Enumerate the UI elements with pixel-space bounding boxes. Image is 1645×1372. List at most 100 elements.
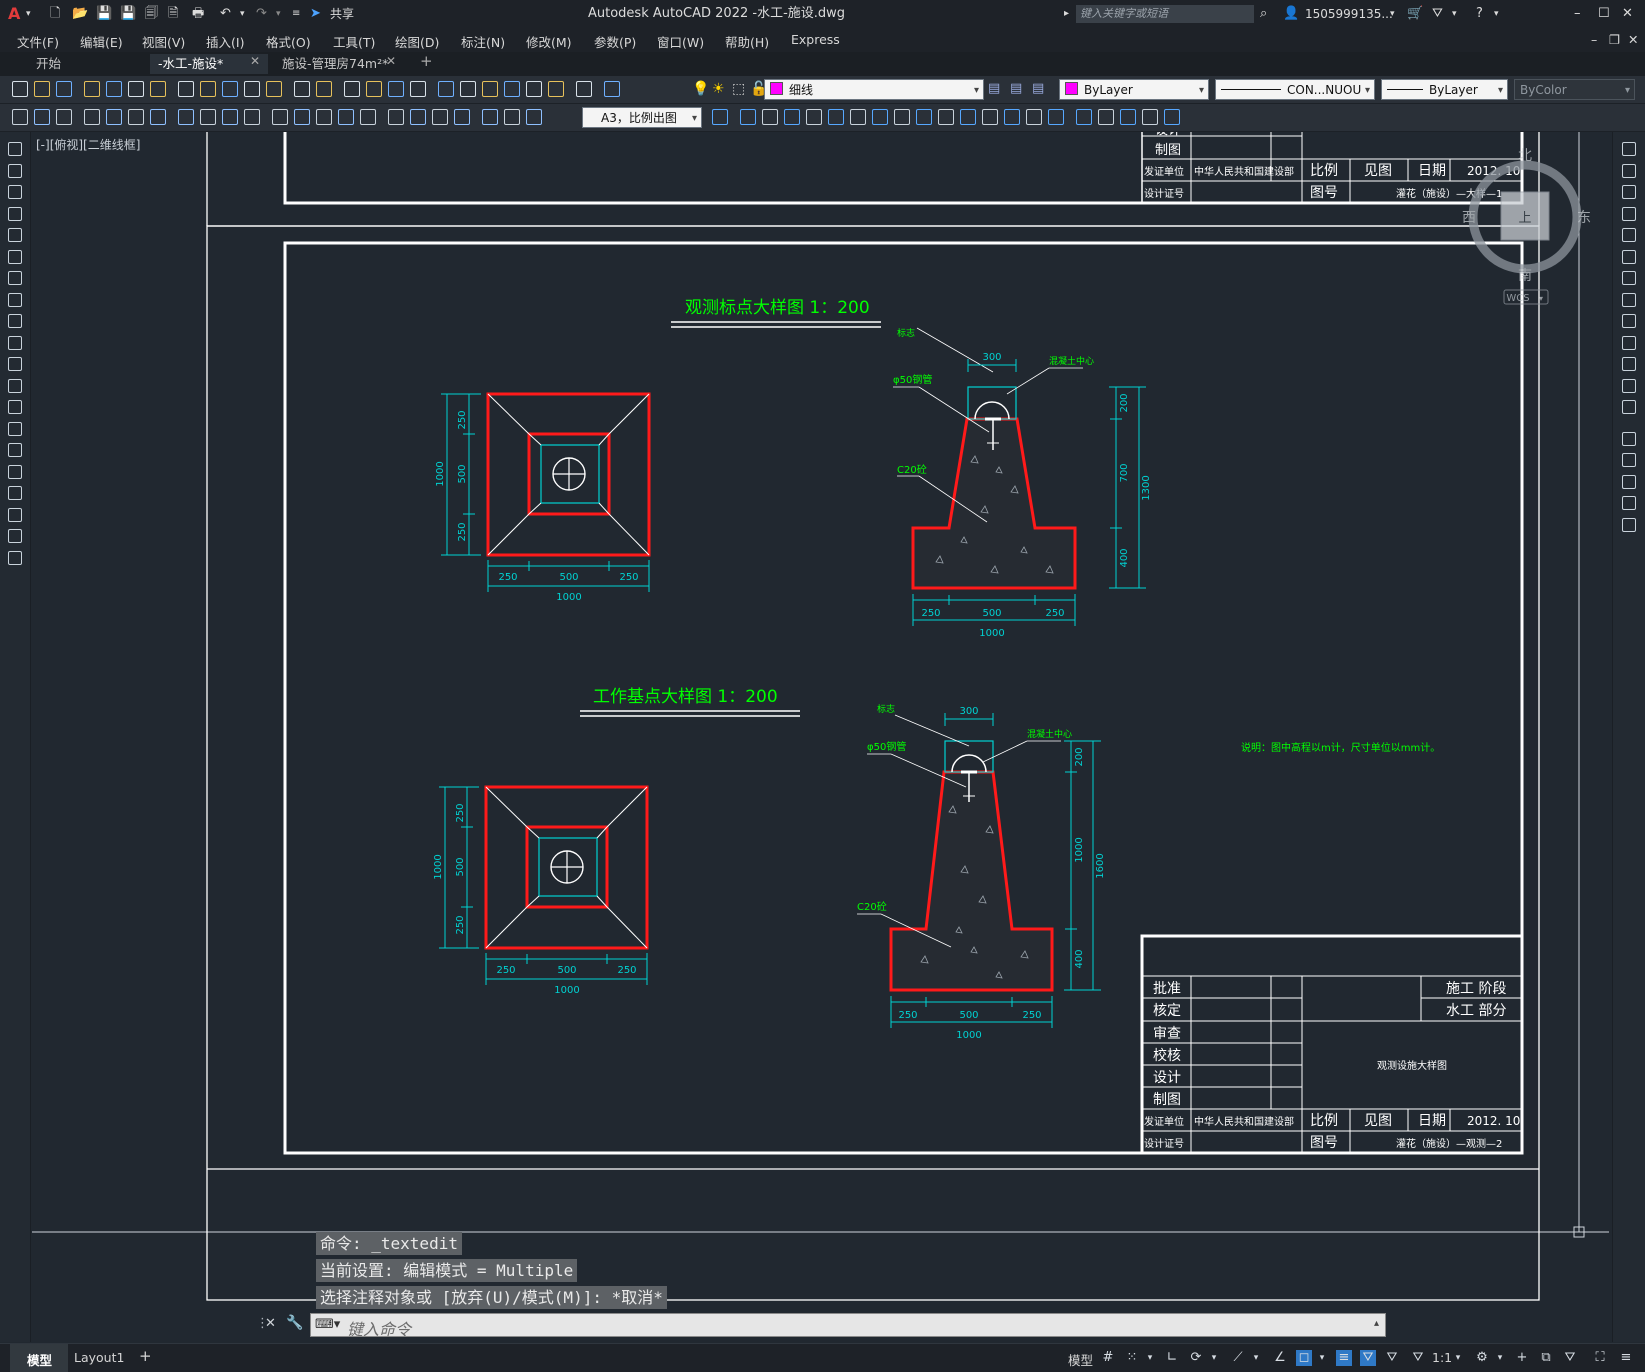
save-as-icon[interactable]: 💾 [120, 5, 136, 23]
autodesk-app-icon[interactable]: ⛛ [1432, 5, 1443, 23]
copy-icon[interactable] [200, 81, 216, 97]
plot-config-dropdown[interactable]: A3，比例出图 ▾ [582, 107, 702, 128]
new-file-icon[interactable]: 🗋 [50, 5, 60, 23]
tab-management-room[interactable]: 施设-管理房74m²* [274, 54, 396, 74]
inspection-icon[interactable] [432, 109, 448, 125]
linetype-dropdown[interactable]: CON...NUOU ▾ [1215, 79, 1375, 100]
array-icon[interactable] [1622, 228, 1636, 242]
recent-commands-icon[interactable]: ⌨▾ [315, 1317, 340, 1332]
layer-previous-icon[interactable]: ▤ [1010, 81, 1026, 97]
spline-icon[interactable] [8, 314, 22, 328]
menu-modify[interactable]: 修改(M) [526, 32, 572, 51]
break-dim-icon[interactable] [360, 109, 376, 125]
menu-express[interactable]: Express [791, 32, 840, 47]
new-tab-icon[interactable]: + [420, 52, 433, 70]
space-dim-icon[interactable] [338, 109, 354, 125]
quick-dim-icon[interactable] [272, 109, 288, 125]
layout-tab-model[interactable]: 模型 [27, 1350, 52, 1369]
plot-preview-icon[interactable] [106, 81, 122, 97]
auto-scale-icon[interactable]: ⛛ [1384, 1350, 1400, 1366]
continue-dim-icon[interactable] [316, 109, 332, 125]
user-account[interactable]: 1505999135... [1305, 5, 1393, 23]
annotation-monitor-icon[interactable]: + [1514, 1350, 1530, 1366]
arc-dim-icon[interactable] [128, 109, 144, 125]
line-icon[interactable] [8, 142, 22, 156]
share-icon[interactable]: ➤ [310, 5, 321, 23]
plotstyle-dropdown[interactable]: ByColor ▾ [1514, 79, 1635, 100]
array-icon[interactable] [828, 109, 844, 125]
region-icon[interactable] [8, 486, 22, 500]
object-snap-dropdown-icon[interactable]: ▾ [1314, 1350, 1330, 1366]
copy-icon[interactable] [1622, 163, 1636, 178]
section1-title[interactable]: 观测标点大样图 1：200 [685, 298, 870, 318]
publish-icon[interactable] [128, 81, 144, 97]
workspace-gear-icon[interactable]: ⚙ [1474, 1350, 1490, 1366]
snap-dropdown-icon[interactable]: ▾ [1142, 1350, 1158, 1366]
jogged-dim-icon[interactable] [200, 109, 216, 125]
match-properties-icon[interactable] [244, 81, 260, 97]
add-layout-icon[interactable]: + [139, 1347, 152, 1365]
command-close-icon[interactable]: ✕ [265, 1316, 276, 1331]
layer-viewport-icon[interactable]: ⬚ [732, 81, 748, 97]
design-center-icon[interactable] [460, 81, 476, 97]
explode-icon[interactable] [1622, 517, 1636, 532]
help-icon[interactable]: ? [1476, 5, 1483, 23]
menu-window[interactable]: 窗口(W) [657, 32, 704, 51]
revision-cloud-icon[interactable] [8, 292, 22, 307]
polyline-icon[interactable] [8, 185, 22, 199]
plot-icon[interactable] [84, 81, 100, 97]
close-icon[interactable]: ✕ [1622, 5, 1633, 23]
drawing-note[interactable]: 说明：图中高程以m计，尺寸单位以mm计。 [1241, 741, 1440, 754]
minimize-icon[interactable]: – [1574, 5, 1581, 23]
help-icon[interactable] [576, 81, 592, 97]
undo-dropdown-icon[interactable]: ▾ [240, 5, 245, 23]
wcs-chevron-icon[interactable]: ▾ [1539, 294, 1543, 303]
doc-close-icon[interactable]: ✕ [1628, 32, 1638, 47]
jogged-linear-icon[interactable] [454, 109, 470, 125]
insert-block-icon[interactable] [8, 378, 22, 393]
workspace-dropdown-icon[interactable]: ▾ [1492, 1350, 1508, 1366]
snap-icon[interactable]: ⁙ [1124, 1350, 1140, 1366]
construction-line-icon[interactable] [8, 163, 22, 178]
autocad-logo-icon[interactable]: A [8, 5, 20, 23]
doc-minimize-icon[interactable]: – [1591, 32, 1597, 47]
ellipse-arc-icon[interactable] [8, 357, 22, 371]
layer-on-icon[interactable]: 💡 [692, 81, 709, 97]
dim-update-icon[interactable] [526, 109, 542, 125]
grid-icon[interactable]: # [1100, 1350, 1116, 1366]
break-at-point-icon[interactable] [1622, 378, 1636, 393]
clip-icon[interactable] [1164, 109, 1180, 125]
trim-icon[interactable] [938, 109, 954, 125]
block-editor-icon[interactable] [266, 81, 282, 97]
doc-restore-icon[interactable]: ❐ [1609, 32, 1620, 47]
extend-icon[interactable] [1622, 357, 1636, 371]
polar-dropdown-icon[interactable]: ▾ [1206, 1350, 1222, 1366]
table-icon[interactable] [8, 507, 22, 522]
redo-icon[interactable]: ↷ [256, 5, 267, 23]
break-icon[interactable] [1622, 400, 1636, 414]
annotation-visibility-icon[interactable]: ⛛ [1360, 1350, 1376, 1366]
point-icon[interactable] [8, 421, 22, 436]
save-icon[interactable] [56, 81, 72, 97]
properties-icon[interactable] [438, 81, 454, 97]
radius-dim-icon[interactable] [178, 109, 194, 125]
explode-icon[interactable] [1076, 109, 1092, 125]
user-dropdown-icon[interactable]: ▾ [1390, 5, 1395, 23]
menu-file[interactable]: 文件(F) [17, 32, 59, 51]
qnew-icon[interactable] [12, 81, 28, 97]
app-dropdown-icon[interactable]: ▾ [1452, 5, 1457, 23]
layer-thaw-icon[interactable]: ☀ [712, 81, 728, 97]
angular-dim-icon[interactable] [244, 109, 260, 125]
pan-icon[interactable] [344, 81, 360, 97]
user-icon[interactable]: 👤 [1283, 5, 1299, 23]
layout-tab-layout1[interactable]: Layout1 [74, 1350, 124, 1365]
undo-icon[interactable] [294, 81, 310, 97]
ungroup-icon[interactable] [1120, 109, 1136, 125]
viewcube-west[interactable]: 西 [1462, 210, 1476, 226]
scale-icon[interactable] [894, 109, 910, 125]
viewcube-top[interactable]: 上 [1518, 211, 1531, 226]
make-block-icon[interactable] [8, 400, 22, 414]
cart-icon[interactable]: 🛒 [1407, 5, 1423, 23]
fillet-icon[interactable] [1622, 474, 1636, 489]
hatch-icon[interactable] [56, 109, 72, 125]
